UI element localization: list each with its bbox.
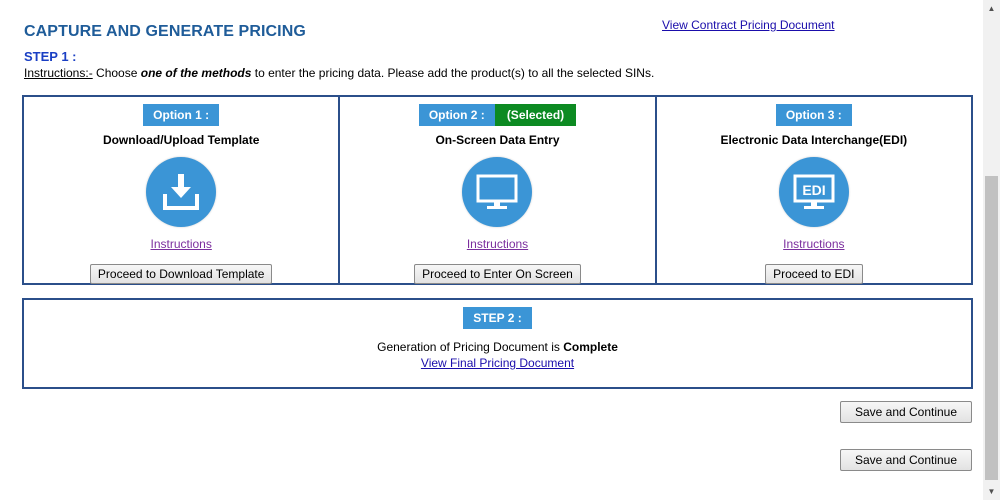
generation-status-value: Complete	[563, 340, 618, 354]
instructions-post: to enter the pricing data. Please add th…	[251, 66, 655, 80]
vertical-scrollbar[interactable]: ▲ ▼	[983, 0, 1000, 500]
option-1-badge: Option 1 :	[143, 104, 220, 126]
instructions-lead: Instructions:-	[24, 66, 93, 80]
option-on-screen-entry: Option 2 : (Selected) On-Screen Data Ent…	[338, 97, 654, 284]
option-download-upload: Option 1 : Download/Upload Template Inst…	[24, 97, 338, 284]
proceed-download-template-button[interactable]: Proceed to Download Template	[89, 264, 273, 284]
proceed-edi-button[interactable]: Proceed to EDI	[765, 264, 863, 284]
save-and-continue-button-bottom[interactable]: Save and Continue	[840, 449, 972, 471]
option-1-title: Download/Upload Template	[102, 133, 260, 147]
download-icon	[146, 157, 217, 227]
step1-label: STEP 1 :	[24, 49, 77, 64]
view-contract-pricing-link[interactable]: View Contract Pricing Document	[662, 18, 835, 32]
generation-status: Generation of Pricing Document is Comple…	[24, 340, 971, 354]
step2-badge: STEP 2 :	[463, 307, 532, 329]
view-final-pricing-link[interactable]: View Final Pricing Document	[421, 356, 574, 370]
option-2-instructions-link[interactable]: Instructions	[467, 237, 528, 251]
option-3-instructions-link[interactable]: Instructions	[783, 237, 844, 251]
scrollbar-thumb[interactable]	[985, 176, 998, 480]
option-2-title: On-Screen Data Entry	[435, 133, 560, 147]
option-3-title: Electronic Data Interchange(EDI)	[720, 133, 908, 147]
instructions-emphasis: one of the methods	[140, 66, 252, 80]
option-3-badge: Option 3 :	[775, 104, 852, 126]
proceed-enter-on-screen-button[interactable]: Proceed to Enter On Screen	[414, 264, 581, 284]
edi-icon-text: EDI	[802, 182, 825, 198]
save-and-continue-button-top[interactable]: Save and Continue	[840, 401, 972, 423]
edi-monitor-icon: EDI	[778, 157, 849, 227]
selected-badge: (Selected)	[494, 104, 577, 126]
monitor-icon	[462, 157, 533, 227]
instructions-pre: Choose	[92, 66, 141, 80]
option-1-instructions-link[interactable]: Instructions	[150, 237, 211, 251]
step1-instructions: Instructions:- Choose one of the methods…	[24, 66, 654, 80]
generation-status-text: Generation of Pricing Document is	[377, 340, 564, 354]
option-2-badge: Option 2 :	[418, 104, 495, 126]
scroll-down-arrow-icon[interactable]: ▼	[983, 483, 1000, 500]
step2-panel: STEP 2 : Generation of Pricing Document …	[22, 298, 973, 389]
scroll-up-arrow-icon[interactable]: ▲	[983, 0, 1000, 17]
page-title: CAPTURE AND GENERATE PRICING	[24, 23, 306, 40]
pricing-options-panel: Option 1 : Download/Upload Template Inst…	[22, 95, 973, 285]
option-edi: Option 3 : Electronic Data Interchange(E…	[654, 97, 971, 284]
